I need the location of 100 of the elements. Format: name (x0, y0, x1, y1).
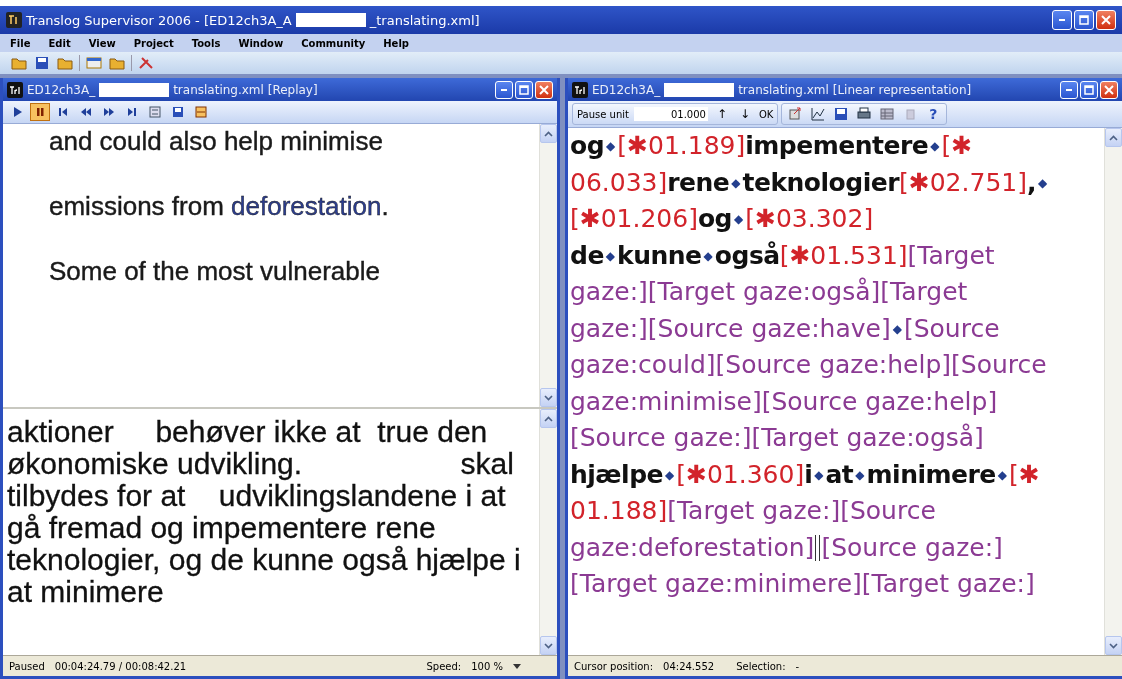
split-view-icon (149, 106, 161, 118)
scroll-down-button[interactable] (1105, 636, 1122, 655)
menu-item[interactable]: Help (383, 37, 409, 49)
maximize-button[interactable] (515, 80, 533, 99)
scroll-down-button[interactable] (540, 636, 557, 655)
space-marker: ◆ (605, 247, 616, 265)
scroll-down-icon (544, 394, 553, 401)
typed-word: impementere (745, 130, 929, 163)
app-icon (6, 12, 22, 28)
window-title: translating.xml [Replay] (173, 82, 318, 97)
gaze-marker: [Target (907, 239, 995, 272)
maximize-button[interactable] (1080, 80, 1098, 99)
source-text-line: and could also help minimise (49, 126, 384, 158)
typed-word: rene (667, 166, 730, 199)
scroll-up-icon (1109, 134, 1118, 141)
dropdown-caret-icon[interactable] (513, 663, 521, 669)
source-text-line: Some of the most vulnerable (49, 256, 381, 288)
space-marker: ◆ (703, 247, 713, 265)
space-marker: ◆ (814, 466, 824, 484)
gaze-marker: gaze:][Target gaze:også][Target (570, 276, 968, 309)
target-text-line: aktioner behøver ikke at true den (7, 415, 489, 447)
menu-item[interactable]: Community (301, 37, 366, 49)
minimize-icon (501, 88, 507, 91)
cursor-position-label: Cursor position: (574, 660, 654, 672)
scroll-down-icon (1109, 642, 1118, 649)
save-icon (34, 56, 50, 70)
scrollbar[interactable] (539, 124, 557, 407)
ok-button[interactable]: OK (758, 105, 774, 123)
scroll-down-button[interactable] (540, 388, 557, 407)
space-marker: ◆ (997, 466, 1008, 484)
typed-word: hjælpe (570, 458, 663, 491)
gaze-marker: [Source (903, 312, 1000, 345)
layout-icon (195, 106, 207, 118)
scroll-up-button[interactable] (1105, 128, 1122, 147)
selection-label: Selection: (736, 660, 786, 672)
speed-value: 100 % (471, 660, 503, 672)
source-text-line: emissions from deforestation. (49, 191, 390, 223)
menu-item[interactable]: View (88, 37, 116, 49)
target-text-line: økonomiske udvikling. skal (7, 447, 515, 479)
close-icon (1104, 84, 1114, 95)
minimize-button[interactable] (1052, 10, 1072, 30)
menu-item[interactable]: Edit (48, 37, 71, 49)
space-marker: ◆ (892, 320, 902, 338)
grid-icon (880, 107, 895, 121)
window-button[interactable] (85, 54, 103, 72)
gaze-marker: gaze:deforestation] (570, 531, 815, 564)
typed-word: de (570, 239, 604, 272)
space-marker: ◆ (930, 138, 940, 156)
scrollbar[interactable] (1104, 128, 1122, 655)
window-title: _translating.xml] (369, 12, 480, 28)
scroll-up-button[interactable] (540, 409, 557, 428)
gaze-marker: gaze:][Source gaze:have] (570, 312, 891, 345)
increase-button[interactable]: ↑ (712, 105, 731, 123)
window-title: Translog Supervisor 2006 - [ED12ch3A_A (26, 12, 292, 28)
play-icon (11, 106, 23, 118)
menu-item[interactable]: Project (133, 37, 174, 49)
close-icon (1101, 15, 1111, 25)
scroll-up-icon (544, 415, 553, 422)
window-title: translating.xml [Linear representation] (738, 82, 972, 97)
scroll-up-button[interactable] (540, 124, 557, 143)
minimize-button[interactable] (1060, 80, 1078, 99)
pause-marker: [✱01.360] (676, 458, 805, 491)
typed-word: og (697, 203, 732, 236)
minimize-button[interactable] (495, 80, 513, 99)
close-button[interactable] (535, 80, 553, 99)
save-button[interactable] (33, 54, 51, 72)
chart-icon (811, 107, 826, 121)
menu-item[interactable]: Window (238, 37, 284, 49)
space-marker: ◆ (855, 466, 865, 484)
close-button[interactable] (1096, 10, 1116, 30)
typed-word: i (804, 458, 813, 491)
menu-item[interactable]: File (10, 37, 31, 49)
minimize-icon (1066, 88, 1072, 91)
close-button[interactable] (1100, 80, 1118, 99)
pause-unit-label: Pause unit (577, 108, 629, 120)
print-icon (857, 107, 872, 121)
export-icon (788, 107, 803, 121)
help-button[interactable]: ? (924, 105, 943, 123)
maximize-icon (519, 84, 529, 95)
save-icon (172, 106, 184, 118)
menu-item[interactable]: Tools (191, 37, 221, 49)
space-marker: ◆ (734, 211, 744, 229)
space-marker: ◆ (606, 138, 616, 156)
pause-button[interactable] (30, 103, 50, 121)
target-text-line: gå fremad og impementere rene (7, 511, 436, 543)
gaze-marker: [Source gaze:] (821, 531, 1003, 564)
pause-marker: 06.033] (570, 166, 668, 199)
typed-word: at (825, 458, 854, 491)
window-title: ED12ch3A_ (592, 82, 661, 97)
grid-button[interactable] (878, 105, 897, 123)
maximize-button[interactable] (1074, 10, 1094, 30)
fast-forward-icon (103, 106, 115, 118)
scrollbar[interactable] (539, 409, 557, 655)
pause-marker: [✱01.189] (617, 130, 746, 163)
typed-word: teknologier (742, 166, 899, 199)
selection-value: - (795, 660, 800, 672)
pause-unit-field[interactable]: 01.000 (633, 107, 708, 121)
maximize-icon (1079, 15, 1089, 25)
target-text-line: tilbydes for at udviklingslandene i at (7, 479, 507, 511)
decrease-button[interactable]: ↓ (735, 105, 754, 123)
